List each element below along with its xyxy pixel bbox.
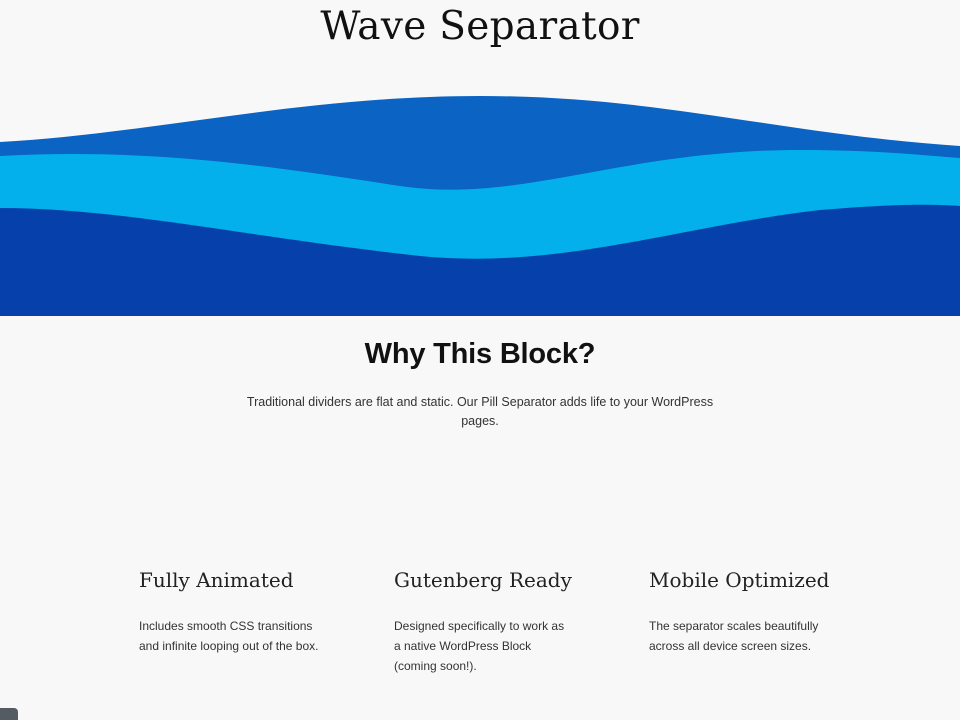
corner-toggle-tab[interactable] xyxy=(0,708,18,720)
feature-description: Includes smooth CSS transitions and infi… xyxy=(139,619,319,653)
feature-gutenberg-ready: Gutenberg Ready Designed specifically to… xyxy=(394,568,584,676)
wave-separator xyxy=(0,86,960,316)
feature-title: Gutenberg Ready xyxy=(394,568,572,592)
feature-description: Designed specifically to work as a nativ… xyxy=(394,619,565,673)
page-title: Wave Separator xyxy=(320,4,640,49)
feature-description: The separator scales beautifully across … xyxy=(649,619,819,653)
why-heading: Why This Block? xyxy=(364,338,596,370)
wave-graphic xyxy=(0,96,960,316)
page: Wave Separator Why This Block? Tradition… xyxy=(0,0,960,720)
feature-title: Mobile Optimized xyxy=(649,568,830,592)
why-description: Traditional dividers are flat and static… xyxy=(246,395,714,428)
feature-fully-animated: Fully Animated Includes smooth CSS trans… xyxy=(139,568,329,656)
feature-title: Fully Animated xyxy=(139,568,294,592)
why-section: Why This Block? Traditional dividers are… xyxy=(0,338,960,431)
features-row: Fully Animated Includes smooth CSS trans… xyxy=(139,568,859,708)
feature-mobile-optimized: Mobile Optimized The separator scales be… xyxy=(649,568,839,656)
